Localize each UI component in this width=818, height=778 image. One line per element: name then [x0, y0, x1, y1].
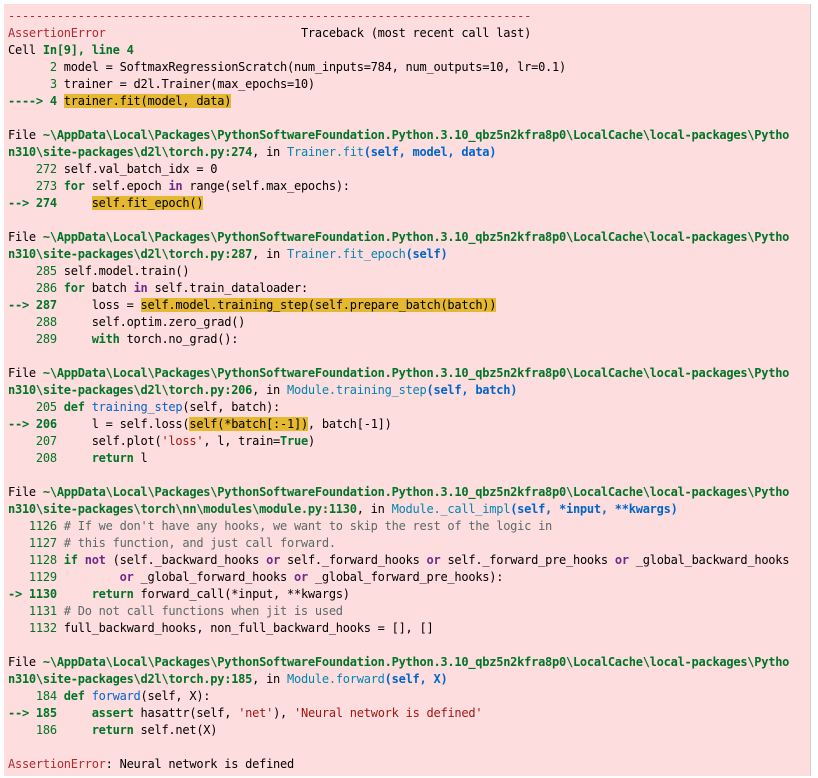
code-line: 1131 # Do not call functions when jit is… [8, 604, 343, 618]
highlighted-code: trainer.fit(model, data) [63, 94, 232, 108]
traceback-output: ----------------------------------------… [4, 4, 811, 776]
file-path-link[interactable]: n310\site-packages\torch\nn\modules\modu… [8, 502, 322, 516]
highlighted-code: self.model.training_step(self.prepare_ba… [140, 298, 497, 312]
code-line: 285 self.model.train() [8, 264, 190, 278]
cell-ref: In[9], line 4 [42, 43, 134, 57]
final-error-name: AssertionError [8, 757, 106, 771]
code-line: 205 def training_step(self, batch): [8, 400, 281, 414]
function-name: Trainer.fit [287, 145, 364, 159]
file-path-line: File ~\AppData\Local\Packages\PythonSoft… [8, 230, 790, 244]
function-name: Module.training_step [287, 383, 427, 397]
file-path-line: n310\site-packages\d2l\torch.py:206, in … [8, 383, 518, 397]
code-line: 1132 full_backward_hooks, non_full_backw… [8, 621, 434, 635]
file-path-line: File ~\AppData\Local\Packages\PythonSoft… [8, 366, 790, 380]
error-code-line: --> 185 assert hasattr(self, 'net'), 'Ne… [8, 706, 483, 720]
code-line: 286 for batch in self.train_dataloader: [8, 281, 308, 295]
code-line: 184 def forward(self, X): [8, 689, 211, 703]
file-path-line: n310\site-packages\torch\nn\modules\modu… [8, 502, 678, 516]
highlighted-code: self.fit_epoch() [91, 196, 204, 210]
code-line: 186 return self.net(X) [8, 723, 218, 737]
error-code-line: ----> 4 trainer.fit(model, data) [8, 94, 232, 108]
code-line: 289 with torch.no_grad(): [8, 332, 239, 346]
file-path-link[interactable]: n310\site-packages\d2l\torch.py [8, 247, 224, 261]
file-path-link[interactable]: ~\AppData\Local\Packages\PythonSoftwareF… [43, 366, 790, 380]
code-line: 3 trainer = d2l.Trainer(max_epochs=10) [8, 77, 315, 91]
code-line: 273 for self.epoch in range(self.max_epo… [8, 179, 350, 193]
error-code-line: -> 1130 return forward_call(*input, **kw… [8, 587, 350, 601]
final-error-message: : Neural network is defined [105, 757, 295, 771]
traceback-header: AssertionError Traceback (most recent ca… [8, 25, 810, 42]
error-name: AssertionError [8, 26, 106, 40]
function-name: Module.forward [287, 672, 385, 686]
code-line: 1129 or _global_forward_hooks or _global… [8, 570, 504, 584]
file-path-link[interactable]: n310\site-packages\d2l\torch.py [8, 145, 224, 159]
code-line: 288 self.optim.zero_grad() [8, 315, 246, 329]
code-line: 208 return l [8, 451, 148, 465]
cell-ref-line: Cell In[9], line 4 [8, 43, 134, 57]
file-path-line: n310\site-packages\d2l\torch.py:274, in … [8, 145, 497, 159]
error-code-line: --> 206 l = self.loss(self(*batch[:-1]),… [8, 417, 392, 431]
file-path-line: File ~\AppData\Local\Packages\PythonSoft… [8, 655, 790, 669]
code-line: 207 self.plot('loss', l, train=True) [8, 434, 315, 448]
separator-line: ----------------------------------------… [8, 9, 532, 23]
final-error-line: AssertionError: Neural network is define… [8, 756, 810, 773]
traceback-header-right: Traceback (most recent call last) [300, 26, 532, 40]
code-line: 2 model = SoftmaxRegressionScratch(num_i… [8, 60, 566, 74]
traceback-text: ----------------------------------------… [4, 4, 810, 773]
file-path-link[interactable]: ~\AppData\Local\Packages\PythonSoftwareF… [43, 655, 790, 669]
error-code-line: --> 274 self.fit_epoch() [8, 196, 204, 210]
file-path-link[interactable]: ~\AppData\Local\Packages\PythonSoftwareF… [43, 230, 790, 244]
file-path-link[interactable]: ~\AppData\Local\Packages\PythonSoftwareF… [43, 485, 790, 499]
file-path-link[interactable]: n310\site-packages\d2l\torch.py [8, 383, 224, 397]
file-path-line: File ~\AppData\Local\Packages\PythonSoft… [8, 485, 790, 499]
code-line: 272 self.val_batch_idx = 0 [8, 162, 218, 176]
error-code-line: --> 287 loss = self.model.training_step(… [8, 298, 497, 312]
file-path-link[interactable]: ~\AppData\Local\Packages\PythonSoftwareF… [43, 128, 790, 142]
file-path-line: n310\site-packages\d2l\torch.py:185, in … [8, 672, 448, 686]
file-path-link[interactable]: n310\site-packages\d2l\torch.py [8, 672, 224, 686]
file-path-line: n310\site-packages\d2l\torch.py:287, in … [8, 247, 448, 261]
code-line: 1128 if not (self._backward_hooks or sel… [8, 553, 790, 567]
file-path-line: File ~\AppData\Local\Packages\PythonSoft… [8, 128, 790, 142]
code-line: 1126 # If we don't have any hooks, we wa… [8, 519, 553, 533]
highlighted-code: self(*batch[:-1]) [189, 417, 308, 431]
function-name: Module._call_impl [391, 502, 511, 516]
function-name: Trainer.fit_epoch [287, 247, 406, 261]
code-line: 1127 # this function, and just call forw… [8, 536, 336, 550]
